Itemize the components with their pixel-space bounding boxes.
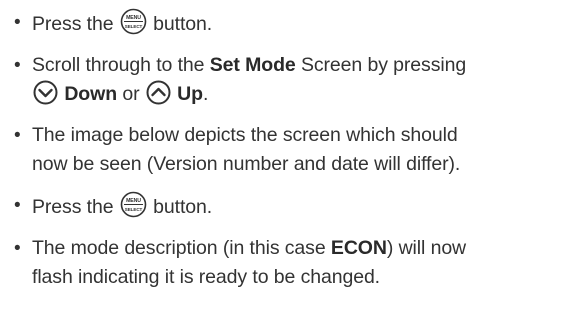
- instruction-item-1: • Press the MENU SELECT button.: [12, 8, 564, 39]
- chevron-down-circle-icon: [33, 80, 58, 105]
- up-label: Up: [177, 83, 203, 105]
- bullet: •: [14, 195, 21, 216]
- instruction-text: button.: [153, 13, 213, 35]
- bullet: •: [14, 55, 21, 76]
- instruction-text: Press the: [32, 13, 114, 35]
- instruction-list: • Press the MENU SELECT button. • Scroll…: [12, 8, 564, 304]
- instruction-item-4: • Press the MENU SELECT button.: [12, 191, 564, 222]
- instruction-text: The mode description (in this case: [32, 237, 326, 259]
- instruction-item-3: • The image below depicts the screen whi…: [12, 121, 564, 179]
- instruction-text: flash indicating it is ready to be chang…: [32, 266, 381, 288]
- instruction-text: now be seen (Version number and date wil…: [32, 153, 461, 175]
- instruction-text: The image below depicts the screen which…: [32, 124, 458, 146]
- instruction-text: button.: [153, 196, 213, 218]
- svg-text:SELECT: SELECT: [125, 207, 143, 212]
- instruction-text: .: [202, 83, 209, 105]
- instruction-text: Scroll through to the: [32, 54, 205, 76]
- down-label: Down: [64, 83, 118, 105]
- menu-select-button-icon: MENU SELECT: [120, 191, 147, 218]
- svg-text:MENU: MENU: [126, 15, 141, 21]
- svg-text:SELECT: SELECT: [125, 24, 143, 29]
- econ-label: ECON: [330, 237, 387, 259]
- instruction-item-5: • The mode description (in this case ECO…: [12, 234, 564, 292]
- instruction-item-2: • Scroll through to the Set Mode Screen …: [12, 51, 564, 109]
- set-mode-label: Set Mode: [209, 54, 296, 76]
- bullet: •: [14, 238, 21, 259]
- chevron-up-circle-icon: [146, 80, 171, 105]
- instruction-text: or: [122, 83, 140, 105]
- instruction-text: Press the: [32, 196, 114, 218]
- bullet: •: [14, 12, 21, 33]
- menu-select-button-icon: MENU SELECT: [120, 8, 147, 35]
- svg-text:MENU: MENU: [126, 198, 141, 204]
- instruction-text: ) will now: [386, 237, 467, 259]
- instruction-text: Screen by pressing: [300, 54, 467, 76]
- bullet: •: [14, 125, 21, 146]
